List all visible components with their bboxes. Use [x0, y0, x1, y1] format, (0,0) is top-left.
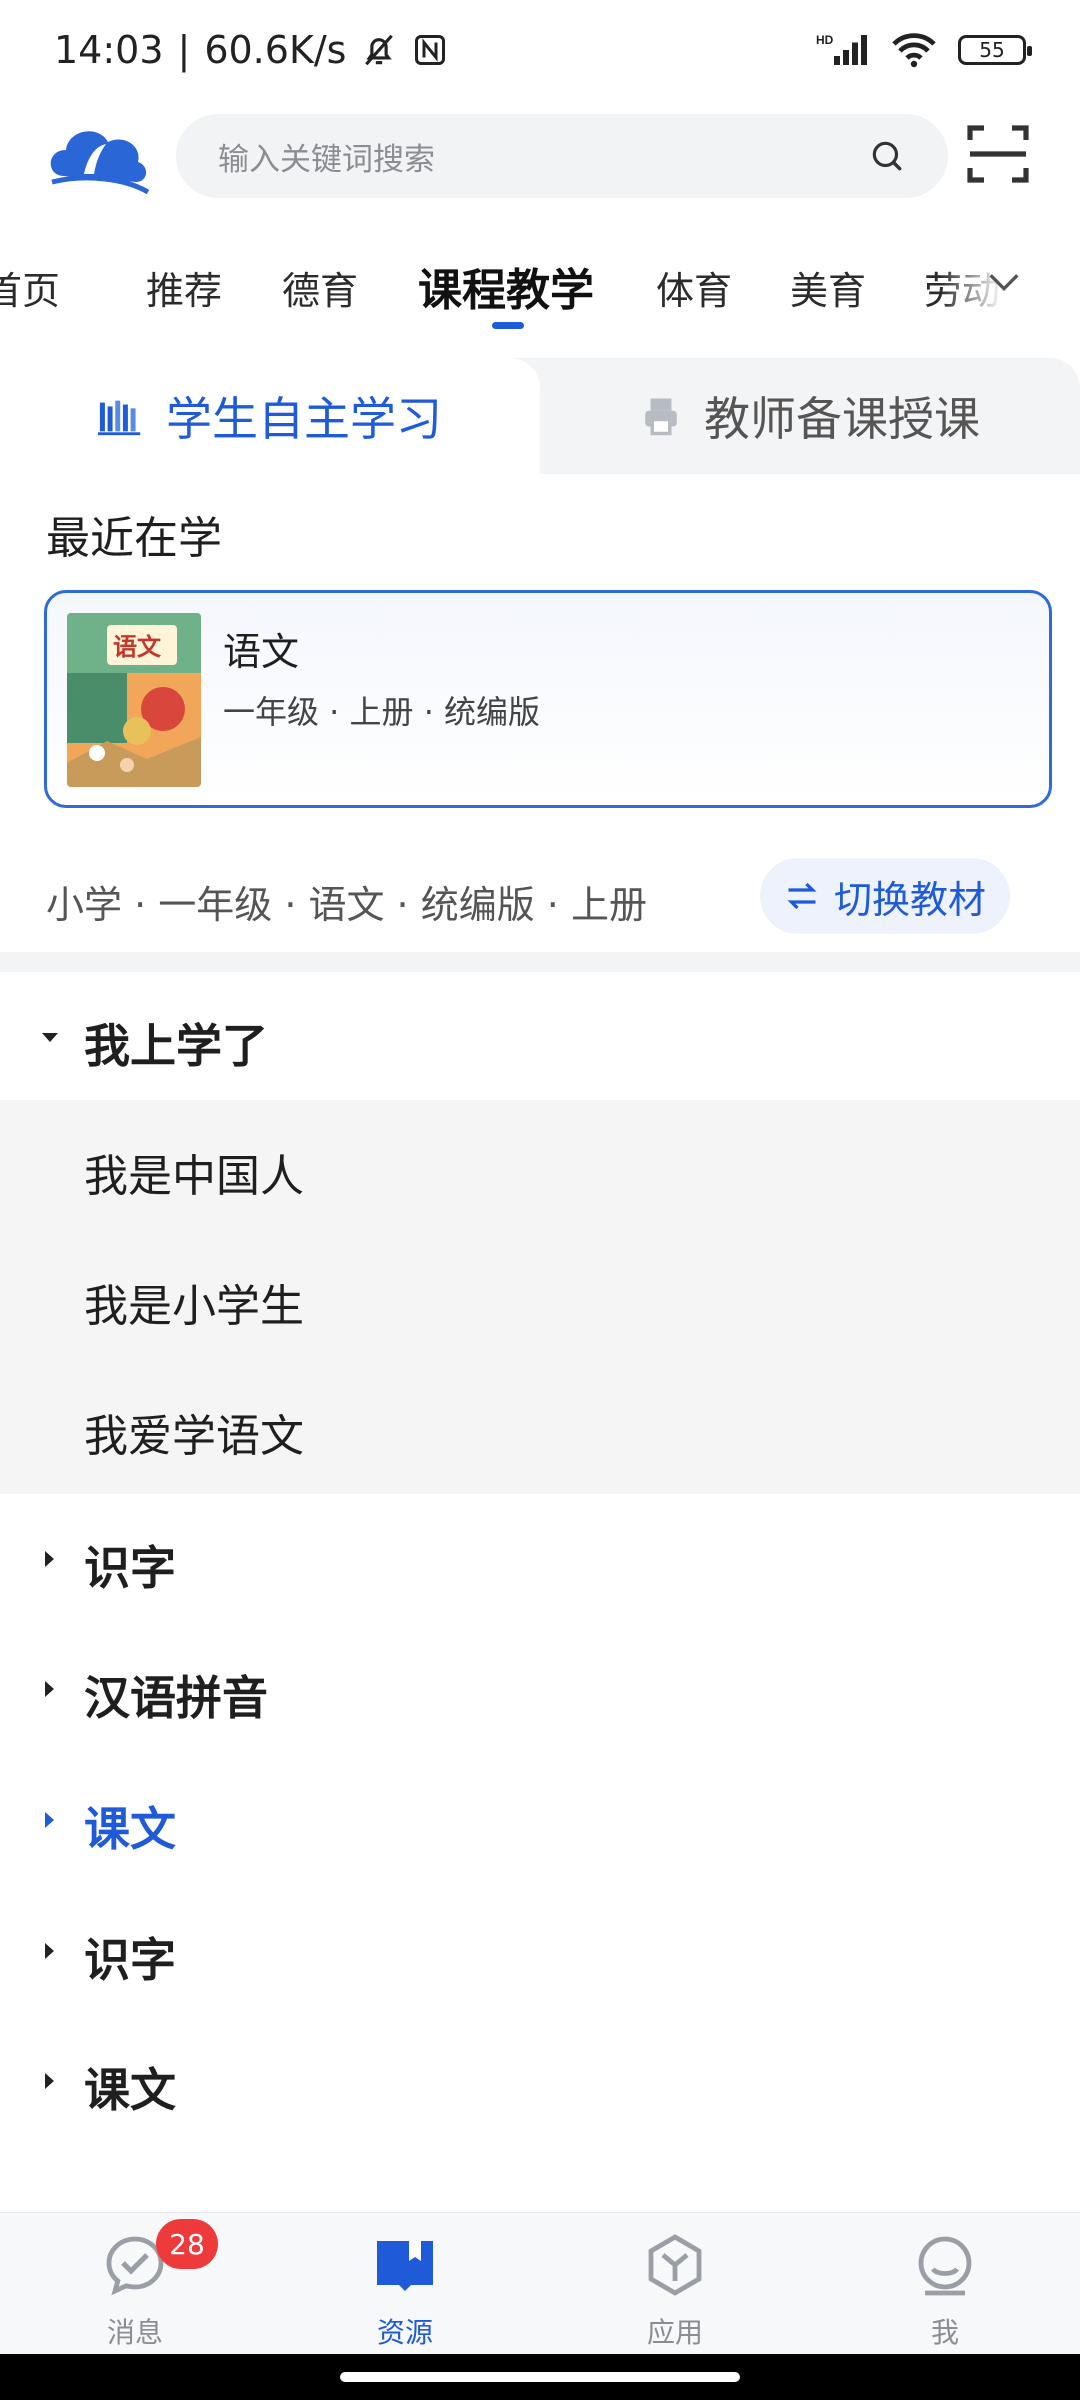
- switch-textbook-button[interactable]: 切换教材: [760, 858, 1010, 934]
- chapter-row[interactable]: 识字: [0, 1886, 1080, 2016]
- scan-icon[interactable]: [966, 122, 1030, 186]
- chapter-label: 我上学了: [84, 1019, 268, 1073]
- status-bar: 14:03 | 60.6K/s HD 55: [0, 0, 1080, 100]
- status-time: 14:03: [54, 28, 164, 72]
- tab-course-teaching[interactable]: 课程教学: [418, 254, 594, 318]
- segment-teacher-label: 教师备课授课: [704, 392, 980, 446]
- cover-title: 语文: [113, 632, 162, 661]
- chevron-down-icon[interactable]: [984, 262, 1024, 302]
- lesson-item[interactable]: 我是小学生: [84, 1270, 304, 1334]
- tab-recommend[interactable]: 推荐: [146, 260, 222, 315]
- nav-me[interactable]: 我: [810, 2213, 1080, 2355]
- app-logo-icon: [50, 131, 150, 195]
- nav-resources[interactable]: 资源: [270, 2213, 540, 2355]
- battery-icon: 55: [958, 35, 1032, 65]
- nav-messages[interactable]: 28 消息: [0, 2213, 270, 2355]
- recent-book-meta: 一年级 · 上册 · 统编版: [223, 693, 541, 731]
- search-icon[interactable]: [868, 137, 906, 175]
- lesson-item[interactable]: 我爱学语文: [84, 1400, 304, 1464]
- caret-right-icon: [45, 1681, 54, 1697]
- gesture-bar: [0, 2354, 1080, 2400]
- chapter-row[interactable]: 识字: [0, 1494, 1080, 1624]
- recent-book-title: 语文: [223, 630, 300, 674]
- nav-apps[interactable]: 应用: [540, 2213, 810, 2355]
- printer-icon: [645, 398, 677, 436]
- book-icon: [377, 2241, 433, 2291]
- recent-title: 最近在学: [46, 513, 222, 564]
- chapter-label: 汉语拼音: [84, 1671, 268, 1725]
- chapter-row[interactable]: 课文: [0, 2016, 1080, 2146]
- category-tabs: 首页 推荐 德育 课程教学 体育 美育 劳动: [0, 240, 1080, 340]
- battery-level: 55: [979, 38, 1005, 62]
- textbook-filter-path: 小学 · 一年级 · 语文 · 统编版 · 上册: [46, 883, 647, 927]
- chapter-row[interactable]: 我上学了: [0, 972, 1080, 1102]
- nav-label: 应用: [646, 2316, 703, 2349]
- tab-arts[interactable]: 美育: [790, 260, 866, 315]
- chapter-label: 识字: [84, 1541, 176, 1595]
- home-indicator[interactable]: [340, 2372, 740, 2382]
- tab-moral-education[interactable]: 德育: [282, 260, 358, 315]
- signal-icon: HD: [816, 33, 867, 65]
- caret-right-icon: [45, 2073, 54, 2089]
- segment-student-label: 学生自主学习: [166, 392, 442, 446]
- status-right: HD 55: [816, 32, 1032, 68]
- mute-bell-icon: [365, 34, 394, 66]
- segment-teacher-prep[interactable]: 教师备课授课: [540, 358, 1080, 474]
- hd-label: HD: [816, 33, 834, 47]
- status-network-speed: 60.6K/s: [204, 28, 347, 72]
- swap-arrows-icon: [787, 882, 817, 910]
- chapter-label: 课文: [84, 2063, 176, 2117]
- search-bar[interactable]: 输入关键词搜索: [176, 114, 948, 198]
- wifi-icon: [892, 33, 936, 68]
- app-header: 输入关键词搜索: [0, 110, 1080, 200]
- nfc-icon: [415, 35, 446, 65]
- recent-book-card[interactable]: 语文 语文 一年级 · 上册 · 统编版: [44, 590, 1052, 808]
- caret-right-icon: [45, 1943, 54, 1959]
- profile-icon: [918, 2236, 972, 2296]
- chapter-row[interactable]: 汉语拼音: [0, 1624, 1080, 1754]
- nav-label: 消息: [106, 2316, 163, 2349]
- lesson-item[interactable]: 我是中国人: [84, 1140, 304, 1204]
- nav-label: 资源: [376, 2316, 433, 2349]
- caret-right-icon: [45, 1812, 54, 1828]
- status-left: 14:03 | 60.6K/s: [54, 28, 448, 72]
- caret-down-icon: [42, 1033, 58, 1042]
- caret-right-icon: [45, 1551, 54, 1567]
- cube-icon: [648, 2234, 702, 2296]
- chapter-label: 课文: [84, 1802, 176, 1856]
- mode-segment: 学生自主学习 教师备课授课: [0, 358, 1080, 474]
- search-placeholder: 输入关键词搜索: [218, 141, 435, 178]
- tab-sports[interactable]: 体育: [656, 260, 732, 315]
- tab-home[interactable]: 首页: [0, 260, 60, 315]
- unread-badge: 28: [156, 2219, 218, 2269]
- book-cover-image: 语文: [67, 613, 201, 787]
- nav-label: 我: [930, 2316, 959, 2349]
- chapter-sublist: 我是中国人 我是小学生 我爱学语文: [0, 1100, 1080, 1494]
- active-tab-indicator: [492, 322, 524, 329]
- books-icon: [98, 400, 141, 436]
- bottom-nav: 28 消息 资源 应用 我: [0, 2212, 1080, 2354]
- chapter-row-active[interactable]: 课文: [0, 1755, 1080, 1885]
- switch-textbook-label: 切换教材: [833, 877, 986, 922]
- section-divider: [0, 952, 1080, 972]
- segment-student-study[interactable]: 学生自主学习: [0, 358, 540, 474]
- chapter-label: 识字: [84, 1933, 176, 1987]
- status-separator: |: [177, 28, 191, 72]
